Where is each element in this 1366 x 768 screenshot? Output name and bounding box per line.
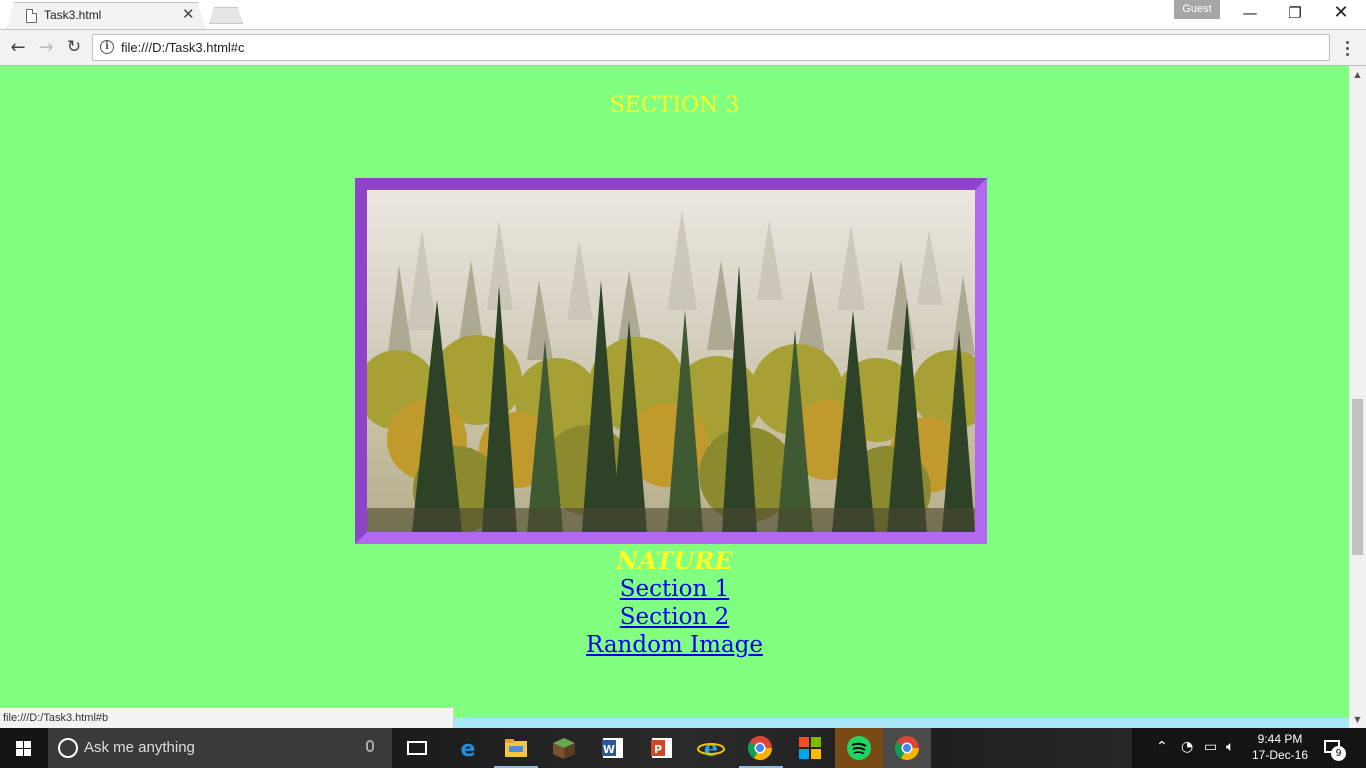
browser-menu-icon[interactable] [1338, 36, 1358, 60]
forward-arrow-icon[interactable]: → [34, 36, 58, 60]
action-center-button[interactable]: 9 [1322, 737, 1346, 761]
close-window-button[interactable]: ✕ [1318, 0, 1364, 28]
task-view-icon[interactable] [404, 734, 432, 762]
clock-date: 17-Dec-16 [1251, 748, 1309, 762]
windows-taskbar: Ask me anything e W P e ⌃ ◔ ▭ 🔈︎ 9:44 PM… [0, 728, 1366, 768]
edge-icon[interactable]: e [454, 734, 482, 762]
minimize-button[interactable]: — [1227, 0, 1273, 28]
start-button[interactable] [0, 728, 48, 768]
section-heading: SECTION 3 [609, 93, 740, 118]
random-image-link[interactable]: Random Image [586, 632, 763, 658]
system-clock[interactable]: 9:44 PM 17-Dec-16 [1248, 731, 1312, 763]
scroll-down-arrow-icon[interactable]: ▼ [1349, 711, 1366, 728]
chrome-icon[interactable] [893, 734, 921, 762]
browser-toolbar: ← → ↻ i [0, 29, 1366, 66]
guest-profile-badge[interactable]: Guest [1174, 0, 1220, 19]
section-1-link[interactable]: Section 1 [620, 576, 729, 602]
image-caption: NATURE [616, 546, 733, 575]
minecraft-icon[interactable] [550, 734, 578, 762]
new-tab-button[interactable] [209, 7, 243, 24]
search-placeholder: Ask me anything [84, 739, 195, 756]
word-icon[interactable]: W [599, 734, 627, 762]
back-arrow-icon[interactable]: ← [6, 36, 30, 60]
file-explorer-icon[interactable] [502, 734, 530, 762]
page-icon [26, 9, 37, 23]
tab-close-icon[interactable]: ✕ [182, 6, 195, 22]
clock-time: 9:44 PM [1257, 732, 1303, 746]
internet-explorer-icon[interactable]: e [697, 734, 725, 762]
windows-app-icon[interactable] [796, 734, 824, 762]
show-hidden-icons-icon[interactable]: ⌃ [1156, 739, 1168, 755]
svg-text:P: P [654, 743, 662, 756]
vertical-scrollbar[interactable]: ▲ ▼ [1349, 66, 1366, 728]
cortana-icon [58, 738, 78, 758]
reload-icon[interactable]: ↻ [62, 36, 86, 60]
spotify-icon[interactable] [845, 734, 873, 762]
battery-icon[interactable]: ▭ [1204, 739, 1217, 755]
powerpoint-icon[interactable]: P [648, 734, 676, 762]
svg-text:e: e [704, 736, 718, 762]
tab-title: Task3.html [44, 8, 102, 22]
scroll-up-arrow-icon[interactable]: ▲ [1349, 66, 1366, 83]
svg-text:W: W [603, 743, 615, 756]
browser-tab[interactable]: Task3.html ✕ [6, 2, 206, 30]
wifi-icon[interactable]: ◔ [1181, 739, 1193, 755]
svg-text:e: e [461, 737, 476, 762]
restore-button[interactable]: ❐ [1272, 0, 1318, 28]
windows-logo-icon [16, 741, 32, 756]
notification-count-badge: 9 [1331, 746, 1346, 761]
microphone-icon[interactable] [366, 740, 374, 752]
cortana-search-box[interactable]: Ask me anything [48, 728, 392, 768]
volume-icon[interactable]: 🔈︎ [1226, 739, 1234, 755]
scrollbar-thumb[interactable] [1352, 399, 1363, 555]
browser-tab-strip: Task3.html ✕ Guest — ❐ ✕ [0, 0, 1366, 30]
address-bar[interactable]: i [92, 34, 1330, 61]
image-frame [355, 178, 987, 544]
forest-illustration [367, 190, 975, 532]
info-icon[interactable]: i [100, 40, 114, 54]
url-input[interactable] [121, 40, 1311, 55]
page-content: SECTION 3 NATURE Section 1 Section 2 Ran… [0, 66, 1349, 728]
chrome-icon[interactable] [746, 734, 774, 762]
forest-image [367, 190, 975, 532]
section-2-link[interactable]: Section 2 [620, 604, 729, 630]
link-status-bubble: file:///D:/Task3.html#b [0, 707, 454, 728]
